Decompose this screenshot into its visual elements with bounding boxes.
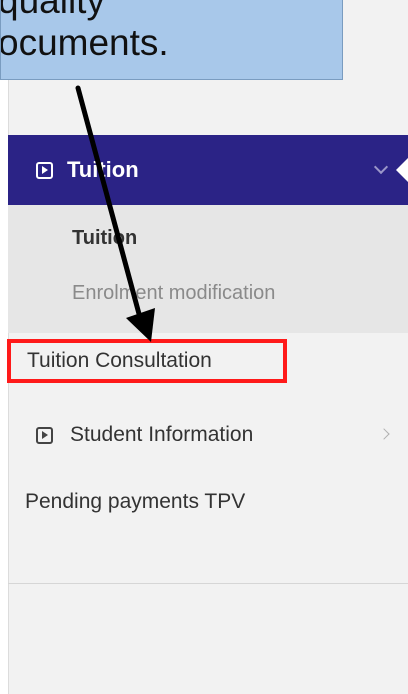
submenu-item-enrolment-modification[interactable]: Enrolment modification	[72, 282, 275, 305]
sidebar-divider	[8, 583, 408, 584]
menu-item-tuition-label: Tuition	[67, 157, 139, 182]
active-indicator-notch	[396, 158, 408, 182]
screenshot-stage: Tuition Tuition Enrolment modification T…	[0, 0, 408, 694]
play-box-icon	[36, 161, 53, 179]
tuition-submenu: Tuition Enrolment modification	[8, 205, 408, 333]
highlight-box	[7, 339, 287, 383]
play-box-icon	[36, 426, 53, 444]
submenu-item-tuition[interactable]: Tuition	[72, 227, 137, 250]
menu-item-tuition[interactable]: Tuition	[8, 135, 408, 205]
menu-item-pending-payments-tpv[interactable]: Pending payments TPV	[25, 490, 245, 514]
chevron-down-icon	[373, 159, 389, 175]
annotation-callout: quality ocuments.	[0, 0, 343, 80]
callout-text-line2: ocuments.	[0, 22, 169, 63]
chevron-right-icon	[378, 428, 390, 440]
menu-item-student-information[interactable]: Student Information	[8, 415, 408, 455]
menu-item-student-information-label: Student Information	[70, 423, 254, 446]
